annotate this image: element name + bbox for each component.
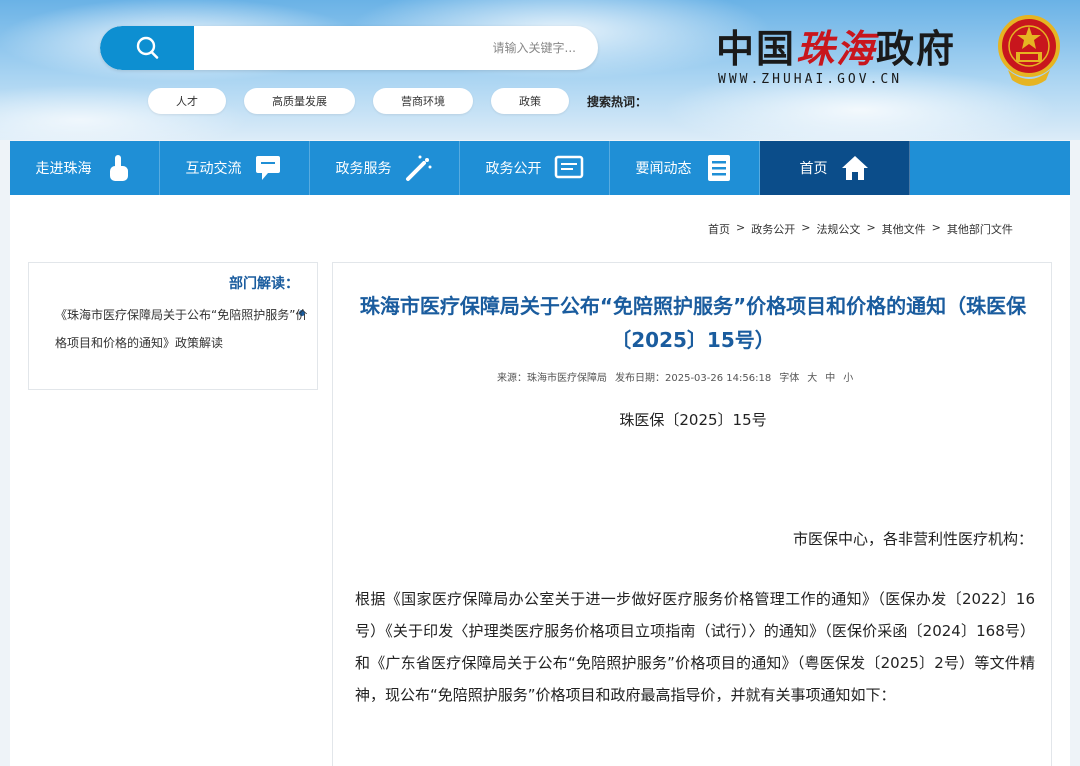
breadcrumb: 首页 > 政务公开 > 法规公文 > 其他文件 > 其他部门文件: [708, 221, 1013, 237]
site-logo[interactable]: 中国珠海政府 WWW.ZHUHAI.GOV.CN: [716, 14, 1066, 98]
nav-item-interaction[interactable]: 互动交流: [160, 141, 310, 195]
logo-url: WWW.ZHUHAI.GOV.CN: [718, 72, 903, 87]
font-size-label: 字体: [779, 373, 800, 384]
breadcrumb-item[interactable]: 首页: [708, 221, 730, 237]
home-icon: [840, 153, 870, 183]
department-interpretation-panel: 部门解读： 《珠海市医疗保障局关于公布“免陪照护服务”价格项目和价格的通知》政策…: [28, 262, 318, 390]
logo-text: 中国珠海政府: [716, 26, 957, 71]
breadcrumb-item[interactable]: 法规公文: [816, 221, 860, 237]
sidebar-heading: 部门解读：: [229, 276, 299, 292]
search-button[interactable]: [100, 26, 194, 70]
main-nav: 走进珠海 互动交流 政务服务 政务公开 要闻动态 首页: [10, 141, 1070, 195]
nav-item-gov-affairs[interactable]: 政务公开: [460, 141, 610, 195]
hot-word-development[interactable]: 高质量发展: [244, 88, 355, 114]
window-icon: [554, 153, 584, 183]
header-banner: 人才 高质量发展 营商环境 政策 搜索热词： 中国珠海政府 WWW.ZHUHAI…: [0, 0, 1080, 140]
font-size-small[interactable]: 小: [843, 369, 853, 384]
font-size-medium[interactable]: 中: [825, 369, 835, 384]
article-date: 发布日期：2025-03-26 14:56:18: [615, 373, 772, 384]
article-title: 珠海市医疗保障局关于公布“免陪照护服务”价格项目和价格的通知（珠医保〔2025〕…: [359, 294, 1027, 352]
nav-item-news[interactable]: 要闻动态: [610, 141, 760, 195]
font-size-large[interactable]: 大: [807, 369, 817, 384]
document-number: 珠医保〔2025〕15号: [619, 411, 767, 429]
hand-pointer-icon: [104, 153, 134, 183]
interpretation-link[interactable]: 《珠海市医疗保障局关于公布“免陪照护服务”价格项目和价格的通知》政策解读: [55, 301, 317, 357]
search-icon: [136, 36, 159, 59]
search-box: [100, 26, 598, 70]
nav-item-home[interactable]: 首页: [760, 141, 910, 195]
breadcrumb-item[interactable]: 政务公开: [751, 221, 795, 237]
nav-item-about-zhuhai[interactable]: 走进珠海: [10, 141, 160, 195]
hot-words-row: 人才 高质量发展 营商环境 政策 搜索热词：: [148, 88, 647, 114]
breadcrumb-item[interactable]: 其他部门文件: [947, 221, 1013, 237]
chat-icon: [254, 153, 284, 183]
article-source: 来源：珠海市医疗保障局: [497, 373, 607, 384]
hot-word-policy[interactable]: 政策: [491, 88, 569, 114]
hot-words-label: 搜索热词：: [587, 94, 648, 109]
list-icon: [704, 153, 734, 183]
search-input[interactable]: [194, 26, 598, 70]
hot-word-talent[interactable]: 人才: [148, 88, 226, 114]
salutation: 市医保中心，各非营利性医疗机构：: [793, 530, 1034, 548]
article-panel: 珠海市医疗保障局关于公布“免陪照护服务”价格项目和价格的通知（珠医保〔2025〕…: [332, 262, 1052, 766]
hot-word-business-env[interactable]: 营商环境: [373, 88, 473, 114]
wand-icon: [404, 153, 434, 183]
national-emblem-icon: [998, 15, 1060, 86]
article-meta: 来源：珠海市医疗保障局 发布日期：2025-03-26 14:56:18 字体 …: [497, 369, 897, 384]
article-body-paragraph: 根据《国家医疗保障局办公室关于进一步做好医疗服务价格管理工作的通知》（医保办发〔…: [355, 590, 1035, 704]
breadcrumb-item[interactable]: 其他文件: [882, 221, 926, 237]
nav-item-gov-services[interactable]: 政务服务: [310, 141, 460, 195]
